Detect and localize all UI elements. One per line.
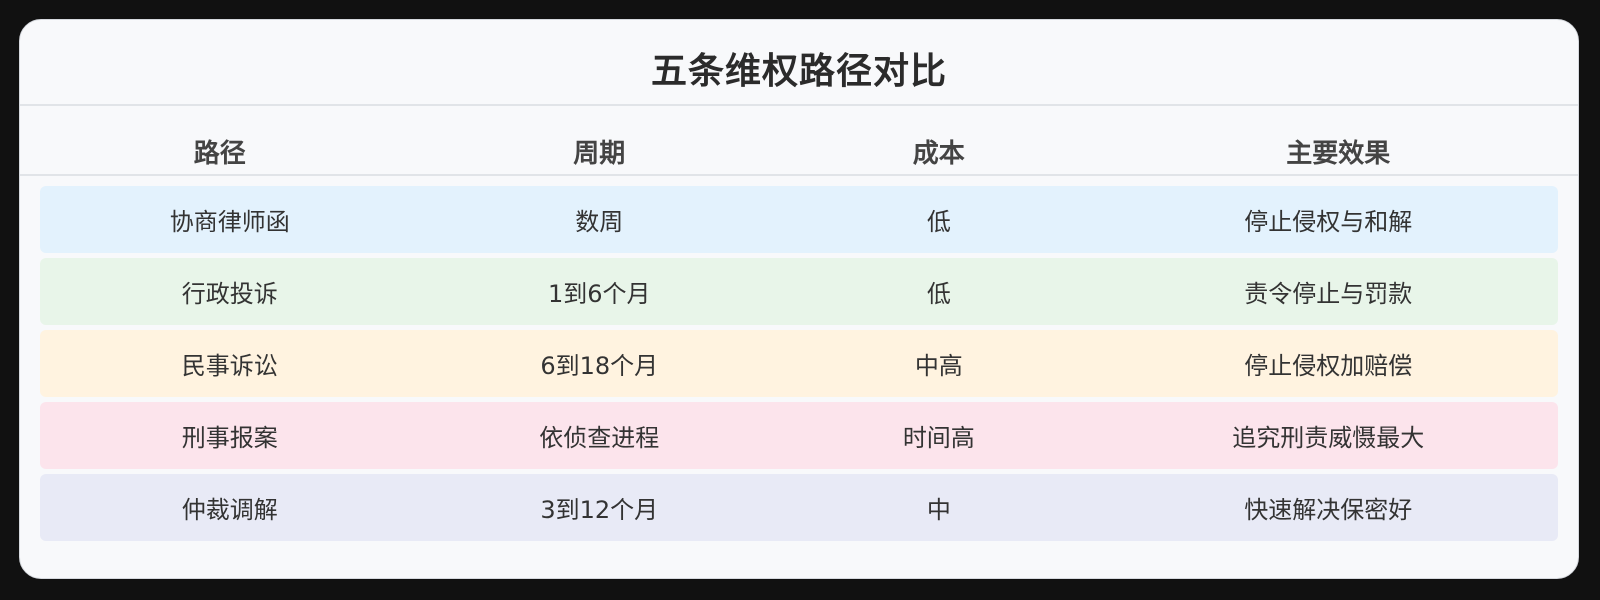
table-row: 民事诉讼 6到18个月 中高 停止侵权加赔偿 [40, 330, 1558, 397]
cell-effect: 快速解决保密好 [1244, 496, 1413, 524]
cell-effect: 责令停止与罚款 [1244, 280, 1413, 308]
cell-path: 仲裁调解 [181, 496, 278, 524]
cell-path: 行政投诉 [181, 280, 278, 308]
table-header: 路径 周期 成本 主要效果 [20, 106, 1578, 176]
header-path: 路径 [193, 138, 246, 169]
cell-period: 依侦查进程 [539, 424, 660, 452]
cell-effect: 追究刑责威慑最大 [1232, 424, 1425, 452]
cell-path: 协商律师函 [169, 208, 290, 236]
page-title: 五条维权路径对比 [650, 51, 947, 92]
cell-period: 6到18个月 [540, 352, 659, 380]
cell-cost: 时间高 [902, 424, 975, 452]
header-cost: 成本 [912, 138, 965, 169]
table-body: 协商律师函 数周 低 停止侵权与和解 行政投诉 1到6个月 低 责令停止与罚款 … [20, 176, 1578, 541]
cell-period: 3到12个月 [540, 496, 659, 524]
table-row: 行政投诉 1到6个月 低 责令停止与罚款 [40, 258, 1558, 325]
cell-effect: 停止侵权与和解 [1244, 208, 1413, 236]
table-row: 仲裁调解 3到12个月 中 快速解决保密好 [40, 474, 1558, 541]
header-effect: 主要效果 [1286, 138, 1391, 169]
comparison-card: 五条维权路径对比 路径 周期 成本 主要效果 协商律师函 数周 低 停止侵权与和… [19, 19, 1579, 579]
table-row: 协商律师函 数周 低 停止侵权与和解 [40, 186, 1558, 253]
cell-cost: 中高 [914, 352, 963, 380]
cell-path: 民事诉讼 [181, 352, 278, 380]
cell-effect: 停止侵权加赔偿 [1244, 352, 1413, 380]
cell-path: 刑事报案 [181, 424, 278, 452]
comparison-table: 路径 周期 成本 主要效果 协商律师函 数周 低 停止侵权与和解 行政投诉 1到… [20, 106, 1578, 541]
cell-cost: 低 [926, 280, 951, 308]
cell-period: 数周 [575, 208, 624, 236]
table-row: 刑事报案 依侦查进程 时间高 追究刑责威慑最大 [40, 402, 1558, 469]
cell-cost: 中 [926, 496, 951, 524]
cell-period: 1到6个月 [547, 280, 651, 308]
cell-cost: 低 [926, 208, 951, 236]
header-period: 周期 [573, 138, 626, 169]
